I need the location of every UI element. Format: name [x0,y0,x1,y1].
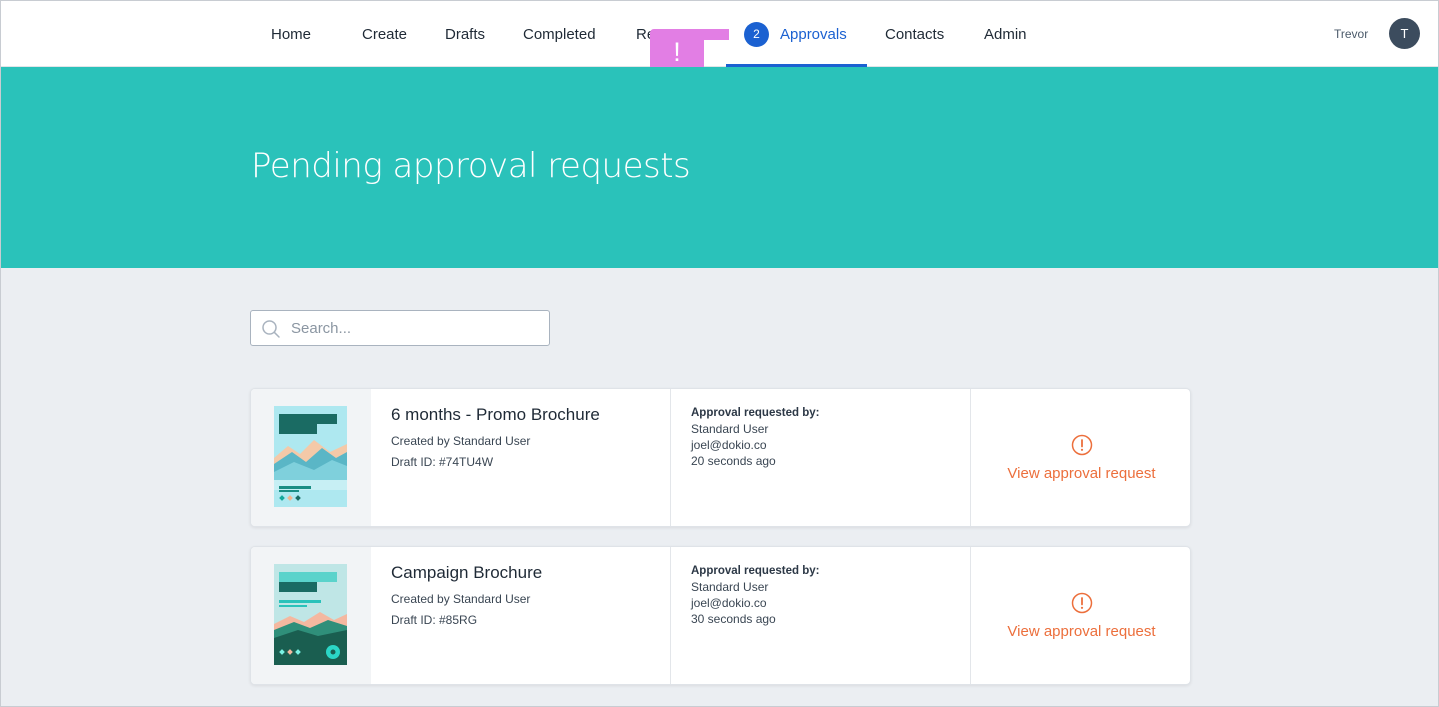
approval-request-card: Campaign Brochure Created by Standard Us… [250,546,1191,685]
approval-request-card: 6 months - Promo Brochure Created by Sta… [250,388,1191,527]
nav-completed[interactable]: Completed [523,1,596,67]
view-approval-request-button[interactable]: View approval request [971,389,1190,526]
approvals-count-badge: 2 [744,21,769,47]
requester-email: joel@dokio.co [691,596,767,610]
user-name: Trevor [1334,27,1369,41]
requested-time: 30 seconds ago [691,612,776,626]
view-approval-request-label: View approval request [1007,622,1156,640]
nav-approvals-label: Approvals [780,25,847,43]
view-approval-request-label: View approval request [1007,464,1156,482]
brochure-thumbnail [274,406,347,507]
requester-email: joel@dokio.co [691,438,767,452]
request-info: Campaign Brochure Created by Standard Us… [391,563,542,631]
nav-create[interactable]: Create [362,1,407,67]
created-by: Created by Standard User [391,592,531,606]
nav-contacts[interactable]: Contacts [885,1,944,67]
card-divider [670,389,671,526]
request-title[interactable]: 6 months - Promo Brochure [391,405,600,425]
thumbnail-cell [251,547,371,684]
requester-name: Standard User [691,580,769,594]
page-header: Pending approval requests [1,67,1438,268]
warning-icon [1071,592,1092,613]
view-approval-request-button[interactable]: View approval request [971,547,1190,684]
warning-icon [1071,434,1092,455]
card-divider [670,547,671,684]
nav-approvals[interactable]: 2 Approvals [744,1,847,67]
approval-label: Approval requested by: [691,407,820,419]
approval-label: Approval requested by: [691,565,820,577]
requested-time: 20 seconds ago [691,454,776,468]
search-box [250,310,550,346]
draft-id: Draft ID: #74TU4W [391,455,494,469]
nav-home[interactable]: Home [271,1,311,67]
draft-id: Draft ID: #85RG [391,613,478,627]
page-title: Pending approval requests [251,146,691,186]
thumbnail-cell [251,389,371,526]
requester-name: Standard User [691,422,769,436]
search-input[interactable] [291,311,541,345]
request-info: 6 months - Promo Brochure Created by Sta… [391,405,600,473]
approval-details: Approval requested by: Standard User joe… [691,563,819,627]
created-by: Created by Standard User [391,434,531,448]
request-title[interactable]: Campaign Brochure [391,563,542,583]
search-icon [262,320,280,338]
brochure-thumbnail [274,564,347,665]
nav-drafts[interactable]: Drafts [445,1,485,67]
nav-admin[interactable]: Admin [984,1,1027,67]
approval-details: Approval requested by: Standard User joe… [691,405,819,469]
avatar[interactable]: T [1389,18,1420,49]
